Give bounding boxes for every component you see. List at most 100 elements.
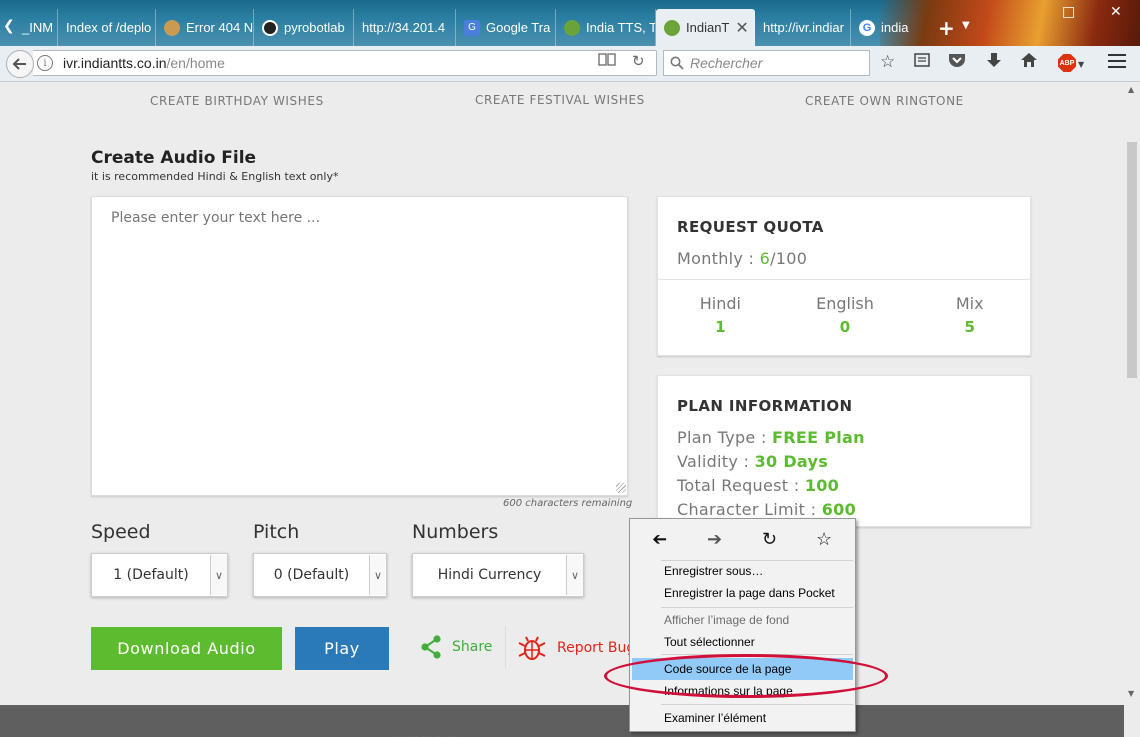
adblock-plus-icon[interactable]: ABP — [1058, 54, 1076, 72]
tab[interactable]: http://ivr.indiar — [755, 9, 851, 46]
bookmark-star-icon[interactable]: ☆ — [816, 529, 832, 550]
download-audio-button[interactable]: Download Audio — [91, 627, 282, 670]
tab-label: http://34.201.4 — [362, 20, 446, 35]
quota-mix: Mix 5 — [907, 294, 1032, 336]
navigation-toolbar: i ivr.indiantts.co.in /en/home ↻ Recherc… — [0, 46, 1140, 82]
tab-label: _INM — [22, 20, 54, 35]
resize-handle[interactable] — [616, 483, 626, 493]
chevron-down-icon: ∨ — [369, 555, 386, 595]
menu-item-save-to-pocket[interactable]: Enregistrer la page dans Pocket — [632, 582, 853, 604]
vertical-scrollbar[interactable]: ▲ ▼ — [1124, 82, 1140, 737]
tab-list-dropdown-icon[interactable]: ▼ — [962, 20, 970, 31]
character-limit-value: 600 — [821, 500, 857, 519]
total-request-row: Total Request : 100 — [677, 476, 839, 495]
speed-select[interactable]: 1 (Default) ∨ — [91, 553, 228, 597]
scrollbar-thumb[interactable] — [1127, 142, 1137, 378]
tab-label: India TTS, T — [586, 20, 656, 35]
report-bug-button[interactable]: Report Bug — [517, 634, 635, 662]
divider — [658, 279, 1030, 280]
reload-icon[interactable]: ↻ — [762, 529, 777, 550]
back-button[interactable] — [6, 50, 34, 78]
plan-information-heading: PLAN INFORMATION — [677, 397, 853, 415]
url-path: /en/home — [166, 55, 225, 71]
chevron-down-icon: ∨ — [210, 555, 227, 595]
chevron-down-icon: ∨ — [566, 555, 583, 595]
back-icon[interactable]: ➔ — [652, 529, 667, 550]
menu-item-select-all[interactable]: Tout sélectionner — [632, 631, 853, 653]
reload-icon[interactable]: ↻ — [632, 52, 645, 70]
tab-label: Google Tra — [486, 20, 551, 35]
characters-remaining: 600 characters remaining — [503, 498, 633, 509]
share-button[interactable]: Share — [420, 635, 492, 659]
tab[interactable]: G Google Tra — [456, 9, 556, 46]
tab[interactable]: India TTS, T — [556, 9, 656, 46]
quota-hindi-label: Hindi — [699, 294, 741, 313]
menu-item-save-as[interactable]: Enregistrer sous… — [632, 560, 853, 582]
validity-row: Validity : 30 Days — [677, 452, 828, 471]
new-tab-button[interactable]: + — [938, 16, 955, 40]
tab-label: IndianT — [686, 20, 730, 35]
github-icon — [262, 19, 278, 36]
menu-item-view-background-image[interactable]: Afficher l’image de fond — [632, 609, 853, 631]
plan-type-row: Plan Type : FREE Plan — [677, 428, 865, 447]
bug-icon — [518, 636, 546, 660]
reader-view-icon[interactable] — [598, 52, 616, 70]
monthly-total: /100 — [770, 249, 808, 268]
tab-label: pyrobotlab — [284, 20, 345, 35]
tab[interactable]: http://34.201.4 — [354, 9, 456, 46]
scroll-up-icon[interactable]: ▲ — [1128, 85, 1134, 94]
google-icon: G — [859, 19, 875, 36]
download-icon[interactable] — [986, 52, 1002, 75]
nav-festival-wishes[interactable]: CREATE FESTIVAL WISHES — [475, 93, 645, 107]
forward-icon[interactable]: ➔ — [707, 529, 722, 550]
pocket-icon[interactable] — [948, 52, 966, 73]
close-window-icon[interactable]: ✕ — [1110, 4, 1122, 20]
pitch-value: 0 (Default) — [273, 567, 350, 583]
hamburger-menu-icon[interactable] — [1108, 54, 1126, 68]
context-menu: ➔ ➔ ↻ ☆ Enregistrer sous… Enregistrer la… — [629, 518, 856, 732]
validity-label: Validity : — [677, 452, 755, 471]
annotation-highlight-ellipse — [604, 654, 888, 698]
character-limit-label: Character Limit : — [677, 500, 822, 519]
indiantts-favicon-icon — [664, 19, 680, 36]
page-subtitle: it is recommended Hindi & English text o… — [91, 170, 339, 183]
url-bar[interactable]: i ivr.indiantts.co.in /en/home — [33, 50, 657, 76]
back-arrow-icon — [12, 58, 26, 70]
quota-hindi: Hindi 1 — [658, 294, 783, 336]
tab-active[interactable]: IndianT ✕ — [656, 9, 755, 46]
quota-mix-label: Mix — [955, 294, 984, 313]
speed-value: 1 (Default) — [113, 567, 189, 583]
site-info-icon[interactable]: i — [37, 55, 53, 71]
scroll-tabs-left-icon[interactable]: ❮ — [3, 18, 15, 34]
text-input[interactable] — [91, 196, 628, 496]
request-quota-card: REQUEST QUOTA Monthly : 6/100 Hindi 1 En… — [657, 196, 1031, 356]
numbers-label: Numbers — [412, 521, 499, 543]
tab[interactable]: G india — [851, 9, 931, 46]
quota-english: English 0 — [783, 294, 908, 336]
plan-information-card: PLAN INFORMATION Plan Type : FREE Plan V… — [657, 375, 1031, 527]
pitch-select[interactable]: 0 (Default) ∨ — [253, 553, 387, 597]
search-bar[interactable]: Rechercher — [663, 50, 870, 76]
tab[interactable]: pyrobotlab — [254, 9, 354, 46]
monthly-quota: Monthly : 6/100 — [677, 249, 807, 268]
numbers-select[interactable]: Hindi Currency ∨ — [412, 553, 584, 597]
tab[interactable]: _INM — [14, 9, 58, 46]
tab-label: Index of /deplo — [66, 20, 152, 35]
scroll-down-icon[interactable]: ▼ — [1128, 689, 1134, 698]
bookmark-star-icon[interactable]: ☆ — [880, 52, 895, 72]
tab[interactable]: Index of /deplo — [58, 9, 156, 46]
search-icon — [670, 56, 684, 70]
nav-birthday-wishes[interactable]: CREATE BIRTHDAY WISHES — [150, 94, 324, 108]
adblock-dropdown-icon[interactable]: ▼ — [1078, 60, 1084, 69]
tab[interactable]: Error 404 N — [156, 9, 254, 46]
maximize-window-icon[interactable]: □ — [1062, 4, 1075, 20]
pitch-label: Pitch — [253, 521, 300, 543]
monthly-label: Monthly : — [677, 249, 760, 268]
close-tab-icon[interactable]: ✕ — [735, 18, 748, 38]
play-button[interactable]: Play — [295, 627, 389, 670]
google-translate-icon: G — [464, 19, 480, 36]
bookmarks-list-icon[interactable] — [914, 52, 930, 73]
home-icon[interactable] — [1020, 52, 1038, 73]
nav-own-ringtone[interactable]: CREATE OWN RINGTONE — [805, 94, 964, 108]
menu-item-inspect-element[interactable]: Examiner l’élément — [632, 707, 853, 729]
